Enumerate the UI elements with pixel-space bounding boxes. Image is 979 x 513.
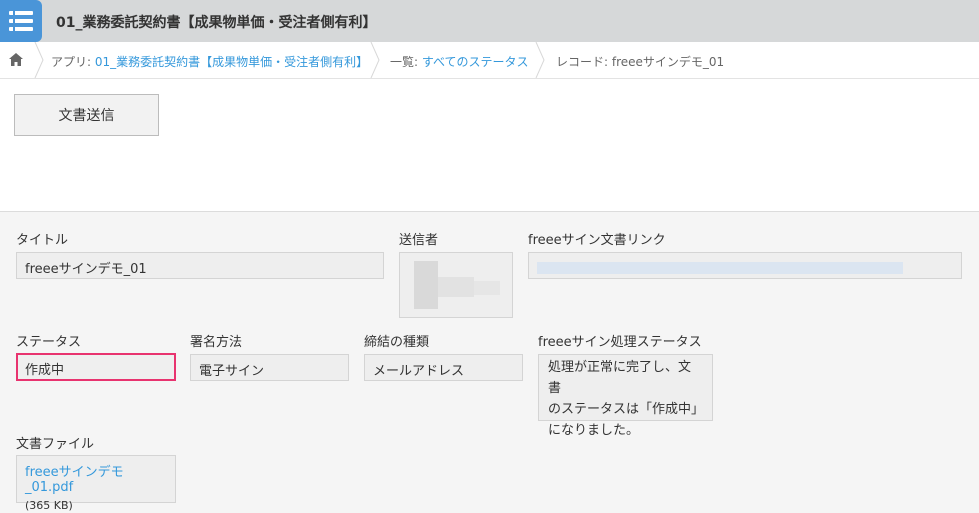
list-icon[interactable] xyxy=(0,0,42,42)
document-file-label: 文書ファイル xyxy=(16,437,95,452)
app-header: 01_業務委託契約書【成果物単価・受注者側有利】 xyxy=(0,0,979,42)
breadcrumb-view-link[interactable]: すべてのステータス xyxy=(422,55,529,69)
title-label: タイトル xyxy=(16,233,69,248)
breadcrumb: アプリ: 01_業務委託契約書【成果物単価・受注者側有利】 一覧: すべてのステ… xyxy=(0,42,979,79)
document-file-size: (365 KB) xyxy=(25,499,73,512)
status-field: 作成中 xyxy=(16,353,176,381)
processing-status-label: freeeサイン処理ステータス xyxy=(538,335,702,350)
processing-status-line: 処理が正常に完了し、文書 xyxy=(548,360,692,396)
sender-avatar xyxy=(399,252,513,318)
processing-status-line: になりました。 xyxy=(548,423,640,438)
breadcrumb-app-prefix: アプリ: xyxy=(51,55,95,69)
processing-status-field: 処理が正常に完了し、文書 のステータスは「作成中」 になりました。 xyxy=(538,354,713,438)
status-label: ステータス xyxy=(16,335,82,350)
breadcrumb-view: 一覧: すべてのステータス xyxy=(390,53,529,70)
app-title: 01_業務委託契約書【成果物単価・受注者側有利】 xyxy=(56,15,377,31)
document-file-field: freeeサインデモ_01.pdf (365 KB) xyxy=(16,455,176,512)
document-file-link[interactable]: freeeサインデモ_01.pdf xyxy=(25,461,167,495)
breadcrumb-app: アプリ: 01_業務委託契約書【成果物単価・受注者側有利】 xyxy=(51,53,368,70)
breadcrumb-record: レコード: freeeサインデモ_01 xyxy=(556,55,725,69)
record-detail: タイトル freeeサインデモ_01 送信者 freeeサイン文書リンク ステー… xyxy=(0,211,979,513)
breadcrumb-separator-icon xyxy=(370,42,380,78)
home-icon[interactable] xyxy=(0,42,34,78)
title-field: freeeサインデモ_01 xyxy=(16,252,384,279)
breadcrumb-separator-icon xyxy=(535,42,545,78)
sender-label: 送信者 xyxy=(399,233,439,248)
processing-status-line: のステータスは「作成中」 xyxy=(548,402,705,417)
signing-method-label: 署名方法 xyxy=(190,335,243,350)
breadcrumb-separator-icon xyxy=(34,42,44,78)
breadcrumb-app-link[interactable]: 01_業務委託契約書【成果物単価・受注者側有利】 xyxy=(95,55,368,69)
contract-type-label: 締結の種類 xyxy=(364,335,430,350)
contract-type-field: メールアドレス xyxy=(364,354,523,381)
document-link-field[interactable] xyxy=(528,252,962,279)
send-document-button[interactable]: 文書送信 xyxy=(14,94,159,136)
signing-method-field: 電子サイン xyxy=(190,354,349,381)
breadcrumb-view-prefix: 一覧: xyxy=(390,55,422,69)
document-link-label: freeeサイン文書リンク xyxy=(528,233,666,248)
